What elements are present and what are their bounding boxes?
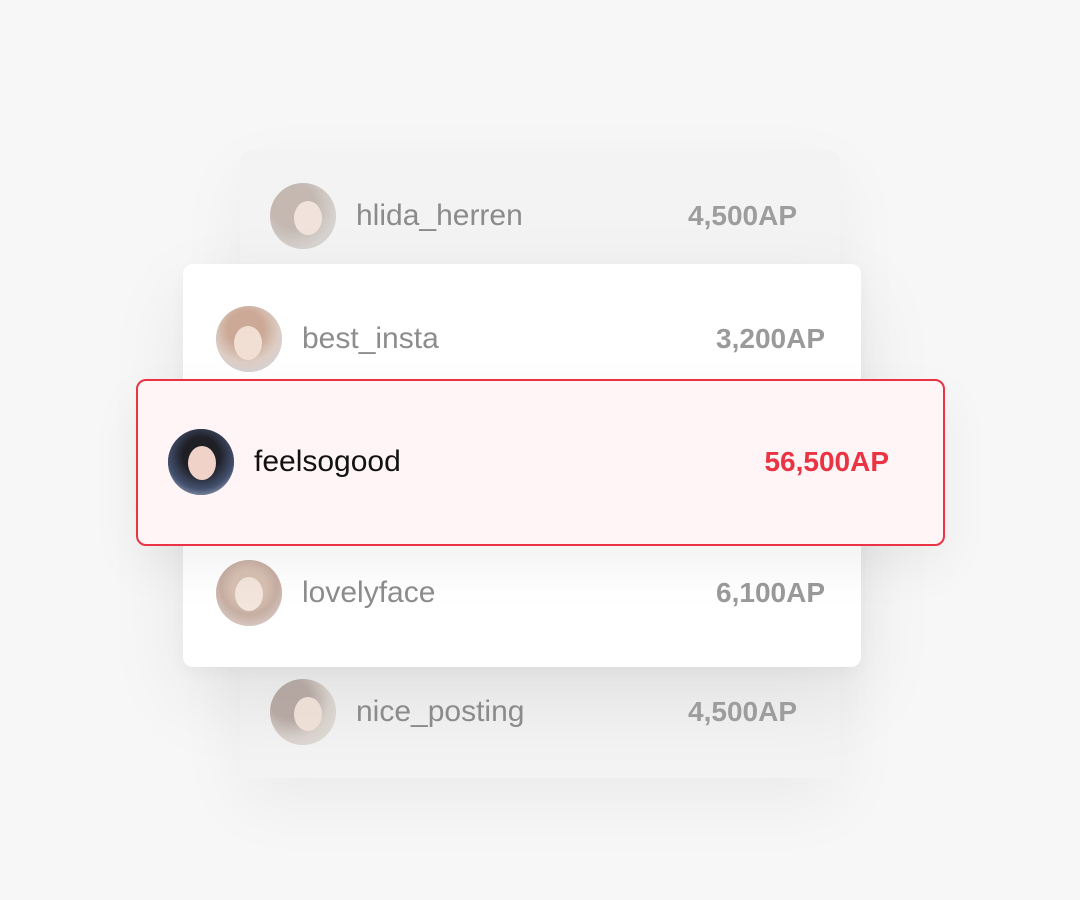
points-value: 3,200AP (716, 323, 825, 354)
user-avatar (216, 560, 282, 626)
leaderboard-row-best-insta[interactable]: best_insta 3,200AP (216, 306, 825, 372)
user-avatar (168, 429, 234, 495)
points-value: 4,500AP (688, 696, 797, 727)
username-label: best_insta (302, 322, 439, 355)
leaderboard-row-feelsogood[interactable]: feelsogood 56,500AP (168, 429, 889, 495)
leaderboard-row-nice-posting[interactable]: nice_posting 4,500AP (270, 679, 797, 745)
points-value: 6,100AP (716, 577, 825, 608)
username-label: hlida_herren (356, 199, 523, 232)
username-label: feelsogood (254, 445, 401, 478)
username-label: lovelyface (302, 576, 436, 609)
points-value: 4,500AP (688, 200, 797, 231)
leaderboard-row-hlida-herren[interactable]: hlida_herren 4,500AP (270, 183, 797, 249)
user-avatar (270, 679, 336, 745)
user-avatar (216, 306, 282, 372)
username-label: nice_posting (356, 695, 525, 728)
points-value: 56,500AP (764, 446, 889, 477)
leaderboard-row-lovelyface[interactable]: lovelyface 6,100AP (216, 560, 825, 626)
user-avatar (270, 183, 336, 249)
